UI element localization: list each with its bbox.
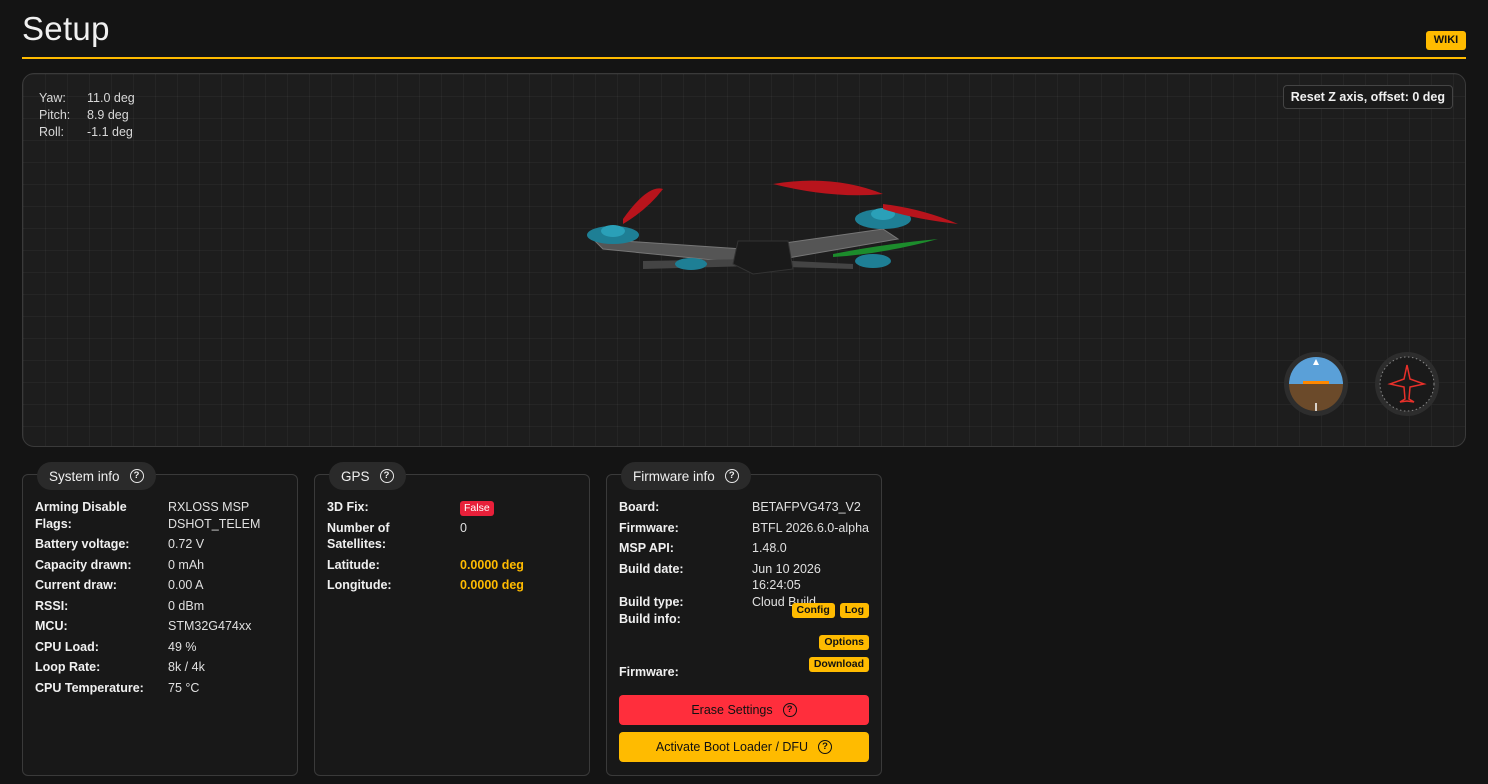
gps-lat-label: Latitude: [327, 557, 380, 572]
log-button[interactable]: Log [839, 603, 869, 618]
activate-bootloader-button[interactable]: Activate Boot Loader / DFU ? [619, 732, 869, 762]
system-info-label: Arming Disable Flags: [35, 500, 127, 531]
system-info-label: MCU: [35, 619, 68, 633]
help-icon[interactable]: ? [379, 469, 394, 483]
system-info-label: RSSI: [35, 598, 69, 613]
yaw-label: Yaw: [39, 91, 66, 105]
system-info-value: 49 % [168, 639, 197, 654]
gps-fix-label: 3D Fix: [327, 500, 369, 514]
system-info-value: 0 mAh [168, 557, 205, 572]
help-icon[interactable]: ? [129, 469, 144, 483]
erase-settings-button[interactable]: Erase Settings ? [619, 695, 869, 725]
build-info-label: Build info: [619, 612, 681, 626]
gps-sats-label: Number of Satellites: [327, 520, 390, 552]
system-info-label: Loop Rate: [35, 660, 101, 674]
gps-lon-row: Longitude: 0.0000 deg [327, 577, 577, 598]
system-info-panel: System info ? Arming Disable Flags: RXLOS… [22, 462, 298, 776]
gps-sats-value: 0 [460, 520, 467, 535]
gps-lon-label: Longitude: [327, 578, 392, 592]
gps-fix-badge: False [460, 501, 494, 516]
system-info-row: Loop Rate: 8k / 4k [35, 659, 285, 680]
firmware-info-label: Firmware: [619, 520, 679, 535]
system-info-row: Capacity drawn: 0 mAh [35, 557, 285, 578]
download-button[interactable]: Download [808, 657, 869, 672]
pitch-label: Pitch: [39, 108, 71, 122]
firmware-download-row: Firmware: Download [619, 657, 869, 685]
system-info-rows: Arming Disable Flags: RXLOSS MSP DSHOT_TE… [35, 499, 285, 700]
firmware-info-label: Build date: [619, 561, 684, 576]
gps-rows: 3D Fix: False Number of Satellites: 0 La… [327, 499, 577, 598]
system-info-value: RXLOSS MSP DSHOT_TELEM [168, 500, 261, 531]
attitude-indicator-icon [1284, 352, 1348, 416]
firmware-info-value: BTFL 2026.6.0-alpha [752, 520, 869, 535]
yaw-value: 11.0 deg [87, 91, 135, 105]
system-info-label: Capacity drawn: [35, 557, 132, 572]
firmware-info-row: Firmware: BTFL 2026.6.0-alpha [619, 520, 869, 541]
page-header: Setup WIKI [22, 0, 1466, 59]
activate-bootloader-label: Activate Boot Loader / DFU [655, 740, 809, 754]
quadcopter-model [587, 180, 958, 275]
page-title: Setup [22, 10, 110, 47]
firmware-info-label: MSP API: [619, 541, 674, 555]
system-info-value: 8k / 4k [168, 660, 205, 674]
gps-panel: GPS ? 3D Fix: False Number of Satellites… [314, 462, 590, 776]
system-info-value: 0 dBm [168, 598, 205, 613]
firmware-info-value: BETAFPVG473_V2 [752, 500, 861, 514]
firmware-info-panel: Firmware info ? Board: BETAFPVG473_V2 Firm… [606, 462, 882, 776]
firmware-info-label: Build type: [619, 594, 684, 609]
system-info-value: 75 °C [168, 680, 200, 695]
firmware-info-title: Firmware info ? [621, 462, 751, 490]
pitch-value: 8.9 deg [87, 108, 129, 122]
roll-value: -1.1 deg [87, 125, 133, 139]
build-info-row: Build info: Config Log [619, 603, 869, 632]
gps-lat-value: 0.0000 deg [460, 557, 524, 572]
firmware-info-value: 1.48.0 [752, 541, 787, 555]
help-icon[interactable]: ? [818, 740, 833, 754]
config-button[interactable]: Config [791, 603, 835, 618]
system-info-label: CPU Load: [35, 639, 99, 654]
system-info-row: RSSI: 0 dBm [35, 598, 285, 619]
attitude-readout: Yaw: 11.0 deg Pitch: 8.9 deg Roll: -1.1 deg [39, 90, 135, 141]
roll-label: Roll: [39, 125, 65, 139]
gps-title: GPS ? [329, 462, 406, 490]
firmware-info-value: Jun 10 2026 16:24:05 [752, 561, 821, 593]
system-info-label: Current draw: [35, 578, 117, 592]
firmware-info-rows: Board: BETAFPVG473_V2 Firmware: BTFL 2026.6… [619, 499, 869, 614]
system-info-row: MCU: STM32G474xx [35, 618, 285, 639]
system-info-row: CPU Temperature: 75 °C [35, 680, 285, 701]
options-button[interactable]: Options [819, 635, 869, 650]
system-info-label: Battery voltage: [35, 537, 130, 551]
system-info-value: 0.00 A [168, 578, 204, 592]
gps-fix-row: 3D Fix: False [327, 499, 577, 520]
system-info-title-text: System info [49, 468, 120, 484]
system-info-title: System info ? [37, 462, 156, 490]
system-info-row: Arming Disable Flags: RXLOSS MSP DSHOT_TE… [35, 499, 285, 536]
help-icon[interactable]: ? [782, 703, 797, 717]
system-info-row: CPU Load: 49 % [35, 639, 285, 660]
reset-z-axis-button[interactable]: Reset Z axis, offset: 0 deg [1282, 85, 1453, 109]
wiki-button[interactable]: WIKI [1426, 31, 1466, 50]
system-info-row: Current draw: 0.00 A [35, 577, 285, 598]
model-viewer: Yaw: 11.0 deg Pitch: 8.9 deg Roll: -1.1 deg… [22, 73, 1466, 447]
gps-lon-value: 0.0000 deg [460, 578, 524, 592]
firmware-info-row: Board: BETAFPVG473_V2 [619, 499, 869, 520]
gps-title-text: GPS [341, 468, 370, 484]
system-info-label: CPU Temperature: [35, 680, 144, 695]
system-info-value: STM32G474xx [168, 619, 252, 633]
firmware-info-label: Board: [619, 500, 660, 514]
system-info-row: Battery voltage: 0.72 V [35, 536, 285, 557]
heading-indicator-icon [1375, 352, 1439, 416]
system-info-value: 0.72 V [168, 537, 205, 551]
firmware-download-label: Firmware: [619, 665, 679, 679]
firmware-info-title-text: Firmware info [633, 468, 715, 484]
gps-lat-row: Latitude: 0.0000 deg [327, 557, 577, 578]
help-icon[interactable]: ? [724, 469, 739, 483]
firmware-info-row: MSP API: 1.48.0 [619, 540, 869, 561]
gps-sats-row: Number of Satellites: 0 [327, 520, 577, 557]
firmware-info-row: Build date: Jun 10 2026 16:24:05 [619, 561, 869, 594]
erase-settings-label: Erase Settings [691, 703, 773, 717]
